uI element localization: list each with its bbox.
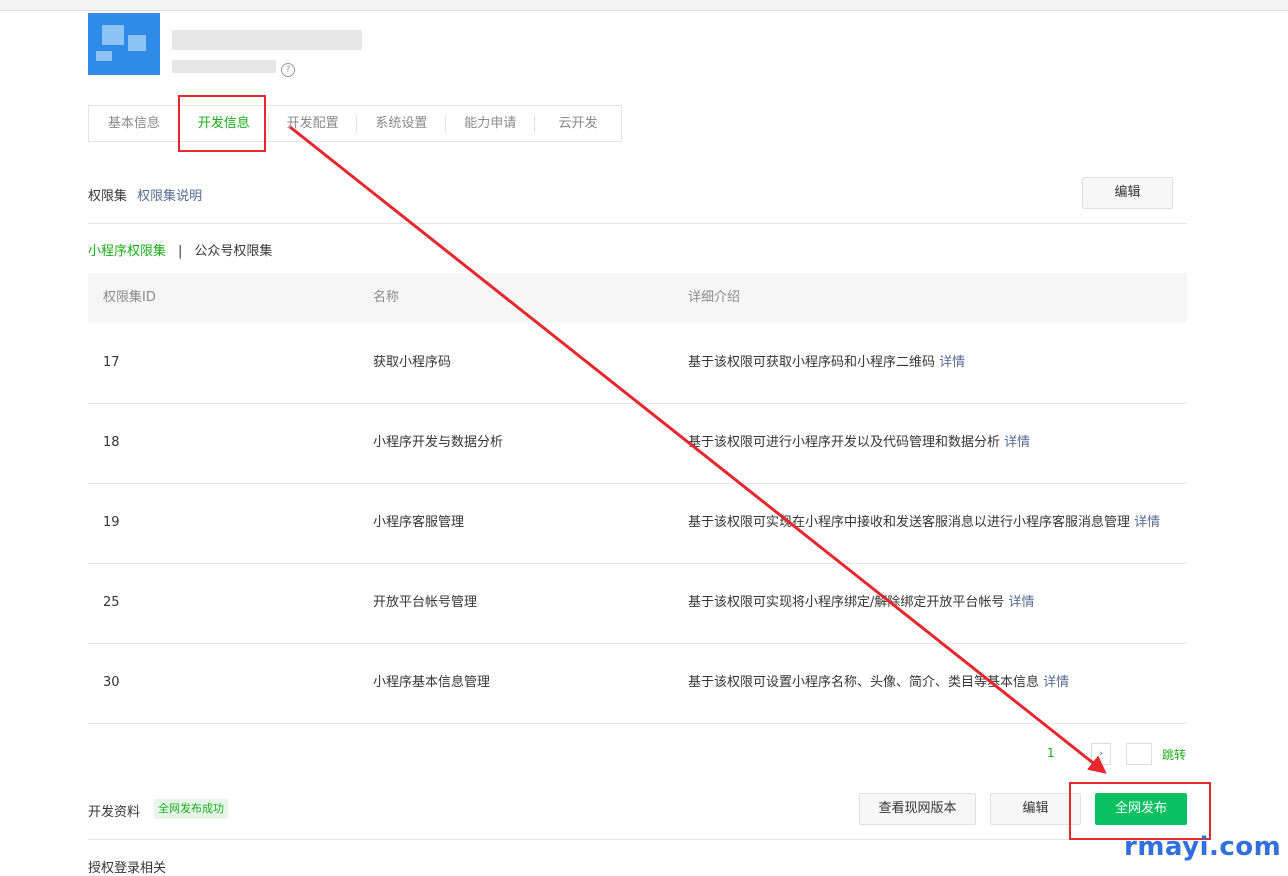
row-id: 17 — [103, 355, 120, 370]
row-detail-link[interactable]: 详情 — [939, 355, 965, 370]
row-desc: 基于该权限可实现在小程序中接收和发送客服消息以进行小程序客服消息管理 详情 — [688, 483, 1160, 563]
tab-cloud-dev[interactable]: 云开发 — [535, 105, 621, 142]
table-row: 30 小程序基本信息管理 基于该权限可设置小程序名称、头像、简介、类目等基本信息… — [88, 643, 1187, 724]
tab-capability-apply[interactable]: 能力申请 — [446, 105, 534, 142]
view-live-version-button[interactable]: 查看现网版本 — [859, 793, 976, 825]
row-detail-link[interactable]: 详情 — [1004, 435, 1030, 450]
permission-edit-button[interactable]: 编辑 — [1082, 177, 1173, 209]
account-name-blurred — [172, 30, 362, 50]
permission-subtabs: 小程序权限集 | 公众号权限集 — [88, 240, 272, 259]
row-detail-link[interactable]: 详情 — [1009, 595, 1035, 610]
table-row: 18 小程序开发与数据分析 基于该权限可进行小程序开发以及代码管理和数据分析 详… — [88, 403, 1187, 484]
subtab-miniprogram[interactable]: 小程序权限集 — [88, 244, 166, 259]
annotation-highlight-box — [178, 95, 266, 152]
row-id: 19 — [103, 515, 120, 530]
browser-top-strip — [0, 0, 1288, 11]
table-header: 权限集ID 名称 详细介绍 — [88, 273, 1187, 323]
row-desc-text: 基于该权限可获取小程序码和小程序二维码 — [688, 355, 936, 370]
subtab-official-account[interactable]: 公众号权限集 — [194, 244, 272, 259]
column-header-desc: 详细介绍 — [688, 290, 741, 305]
row-desc: 基于该权限可设置小程序名称、头像、简介、类目等基本信息 详情 — [688, 643, 1069, 723]
tab-system-settings[interactable]: 系统设置 — [357, 105, 445, 142]
permission-title: 权限集 — [88, 189, 128, 204]
table-row: 19 小程序客服管理 基于该权限可实现在小程序中接收和发送客服消息以进行小程序客… — [88, 483, 1187, 564]
pagination-page-input[interactable] — [1126, 743, 1152, 765]
tab-dev-config[interactable]: 开发配置 — [269, 105, 357, 142]
row-desc: 基于该权限可进行小程序开发以及代码管理和数据分析 详情 — [688, 403, 1030, 483]
row-desc: 基于该权限可实现将小程序绑定/解除绑定开放平台帐号 详情 — [688, 563, 1035, 643]
dev-resources-title: 开发资料 — [88, 805, 141, 820]
row-detail-link[interactable]: 详情 — [1043, 675, 1069, 690]
row-desc-text: 基于该权限可实现将小程序绑定/解除绑定开放平台帐号 — [688, 595, 1005, 610]
help-question-icon[interactable]: ? — [281, 63, 295, 77]
row-desc-text: 基于该权限可设置小程序名称、头像、简介、类目等基本信息 — [688, 675, 1040, 690]
row-name: 小程序客服管理 — [373, 515, 465, 530]
row-name: 开放平台帐号管理 — [373, 595, 478, 610]
dev-resources-edit-button[interactable]: 编辑 — [990, 793, 1081, 825]
account-avatar — [88, 13, 160, 75]
row-desc-text: 基于该权限可实现在小程序中接收和发送客服消息以进行小程序客服消息管理 — [688, 515, 1131, 530]
row-id: 25 — [103, 595, 120, 610]
pagination-jump-button[interactable]: 跳转 — [1162, 746, 1186, 763]
auth-login-section-title: 授权登录相关 — [88, 861, 167, 876]
row-name: 获取小程序码 — [373, 355, 452, 370]
table-row: 25 开放平台帐号管理 基于该权限可实现将小程序绑定/解除绑定开放平台帐号 详情 — [88, 563, 1187, 644]
row-detail-link[interactable]: 详情 — [1134, 515, 1160, 530]
column-header-id: 权限集ID — [103, 290, 156, 305]
publish-status-badge: 全网发布成功 — [154, 799, 228, 819]
row-id: 30 — [103, 675, 120, 690]
pagination-next-button[interactable]: › — [1091, 743, 1111, 765]
row-id: 18 — [103, 435, 120, 450]
watermark-text: rmayi.com — [1124, 832, 1282, 862]
table-row: 17 获取小程序码 基于该权限可获取小程序码和小程序二维码 详情 — [88, 323, 1187, 404]
subtab-separator: | — [178, 244, 183, 259]
permission-help-link[interactable]: 权限集说明 — [137, 189, 202, 204]
row-name: 小程序开发与数据分析 — [373, 435, 504, 450]
account-id-blurred — [172, 60, 276, 73]
tab-basic-info[interactable]: 基本信息 — [89, 105, 179, 142]
section-divider — [88, 839, 1187, 840]
column-header-name: 名称 — [373, 290, 400, 305]
section-divider — [88, 223, 1187, 224]
row-name: 小程序基本信息管理 — [373, 675, 491, 690]
pagination-current-page[interactable]: 1 — [1047, 746, 1055, 760]
permission-section-title: 权限集 权限集说明 — [88, 185, 202, 204]
row-desc: 基于该权限可获取小程序码和小程序二维码 详情 — [688, 323, 965, 403]
row-desc-text: 基于该权限可进行小程序开发以及代码管理和数据分析 — [688, 435, 1001, 450]
main-tab-bar: 基本信息 开发信息 开发配置 系统设置 能力申请 云开发 — [88, 105, 622, 142]
